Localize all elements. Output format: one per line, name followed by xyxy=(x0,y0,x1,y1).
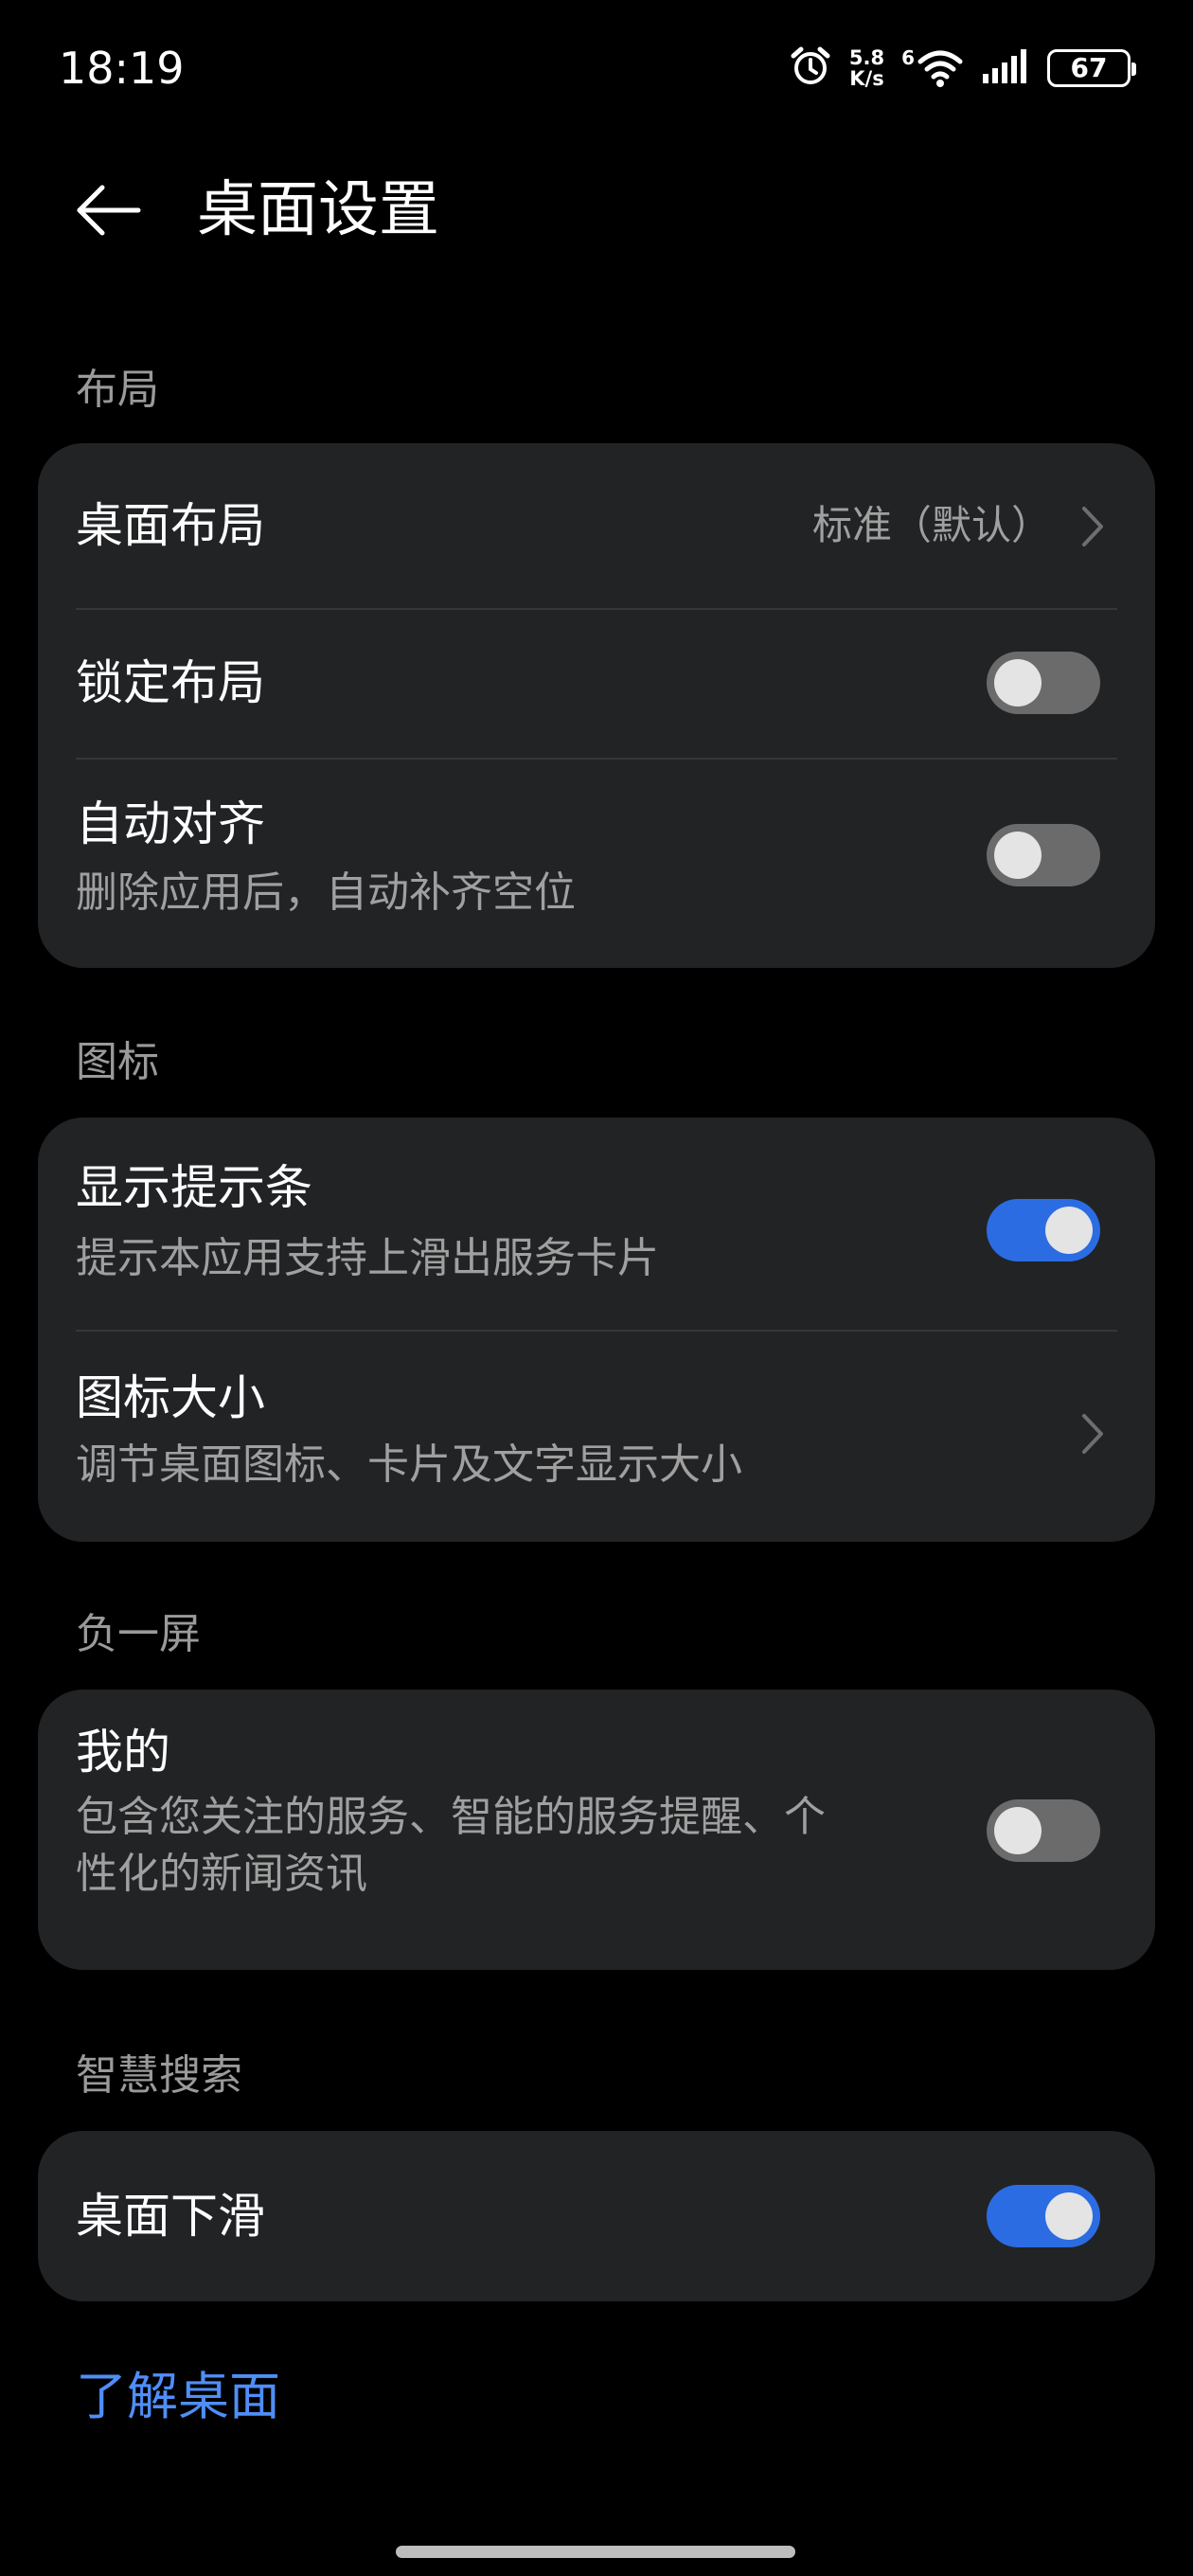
row-desktop-layout-title: 桌面布局 xyxy=(76,498,265,553)
card-minus-one: 我的 包含您关注的服务、智能的服务提醒、个 性化的新闻资讯 xyxy=(38,1690,1155,1970)
signal-icon xyxy=(981,47,1030,89)
row-auto-align-subtitle: 删除应用后，自动补齐空位 xyxy=(76,868,576,917)
row-mine-subtitle-line1: 包含您关注的服务、智能的服务提醒、个 xyxy=(76,1793,826,1841)
row-swipe-down-title: 桌面下滑 xyxy=(76,2189,265,2244)
card-layout: 桌面布局 标准（默认） 锁定布局 自动对齐 删除应用后，自动补齐空位 xyxy=(38,443,1155,968)
wifi-icon: 6 xyxy=(901,48,964,88)
status-time: 18:19 xyxy=(59,43,185,94)
row-icon-size[interactable]: 图标大小 调节桌面图标、卡片及文字显示大小 xyxy=(38,1330,1155,1542)
network-speed-unit: K/s xyxy=(849,67,884,90)
status-icons: 5.8 K/s 6 67 xyxy=(789,42,1136,95)
show-hint-bar-toggle[interactable] xyxy=(987,1199,1100,1261)
toggle-knob xyxy=(994,659,1042,707)
card-smart-search: 桌面下滑 xyxy=(38,2131,1155,2301)
section-title-minus-one: 负一屏 xyxy=(76,1610,201,1658)
row-lock-layout[interactable]: 锁定布局 xyxy=(38,608,1155,758)
auto-align-toggle[interactable] xyxy=(987,824,1100,886)
swipe-down-toggle[interactable] xyxy=(987,2185,1100,2247)
row-mine-title: 我的 xyxy=(76,1725,170,1780)
alarm-icon xyxy=(789,45,832,92)
row-icon-size-subtitle: 调节桌面图标、卡片及文字显示大小 xyxy=(76,1440,742,1489)
network-speed: 5.8 K/s xyxy=(849,47,884,89)
lock-layout-toggle[interactable] xyxy=(987,652,1100,714)
toggle-knob xyxy=(994,832,1042,879)
row-show-hint-bar[interactable]: 显示提示条 提示本应用支持上滑出服务卡片 xyxy=(38,1118,1155,1330)
row-desktop-layout-value: 标准（默认） xyxy=(811,502,1051,548)
mine-toggle[interactable] xyxy=(987,1799,1100,1862)
row-show-hint-bar-title: 显示提示条 xyxy=(76,1160,312,1215)
battery-icon: 67 xyxy=(1047,49,1136,87)
row-desktop-layout[interactable]: 桌面布局 标准（默认） xyxy=(38,443,1155,608)
network-speed-value: 5.8 xyxy=(848,46,885,69)
row-lock-layout-title: 锁定布局 xyxy=(76,655,265,710)
toggle-knob xyxy=(994,1807,1042,1854)
back-button[interactable] xyxy=(68,178,148,242)
row-auto-align-title: 自动对齐 xyxy=(76,796,265,851)
network-generation: 6 xyxy=(901,46,915,69)
arrow-left-icon xyxy=(77,185,141,236)
chevron-right-icon xyxy=(1082,1414,1103,1454)
home-indicator[interactable] xyxy=(396,2546,795,2558)
row-mine-subtitle-line2: 性化的新闻资讯 xyxy=(76,1850,367,1898)
section-title-smart-search: 智慧搜索 xyxy=(76,2051,242,2100)
row-icon-size-title: 图标大小 xyxy=(76,1370,265,1425)
row-swipe-down[interactable]: 桌面下滑 xyxy=(38,2131,1155,2301)
row-mine[interactable]: 我的 包含您关注的服务、智能的服务提醒、个 性化的新闻资讯 xyxy=(38,1690,1155,1970)
card-icons: 显示提示条 提示本应用支持上滑出服务卡片 图标大小 调节桌面图标、卡片及文字显示… xyxy=(38,1118,1155,1542)
row-auto-align[interactable]: 自动对齐 删除应用后，自动补齐空位 xyxy=(38,758,1155,968)
section-title-icons: 图标 xyxy=(76,1038,159,1086)
chevron-right-icon xyxy=(1082,507,1103,546)
row-show-hint-bar-subtitle: 提示本应用支持上滑出服务卡片 xyxy=(76,1234,659,1282)
learn-desktop-link[interactable]: 了解桌面 xyxy=(76,2364,280,2430)
status-bar: 18:19 5.8 K/s 6 67 xyxy=(0,0,1193,133)
page-title: 桌面设置 xyxy=(197,175,439,245)
toggle-knob xyxy=(1045,1207,1093,1254)
header: 桌面设置 xyxy=(0,152,1193,265)
battery-level: 67 xyxy=(1070,52,1108,83)
toggle-knob xyxy=(1045,2192,1093,2240)
section-title-layout: 布局 xyxy=(76,366,159,414)
